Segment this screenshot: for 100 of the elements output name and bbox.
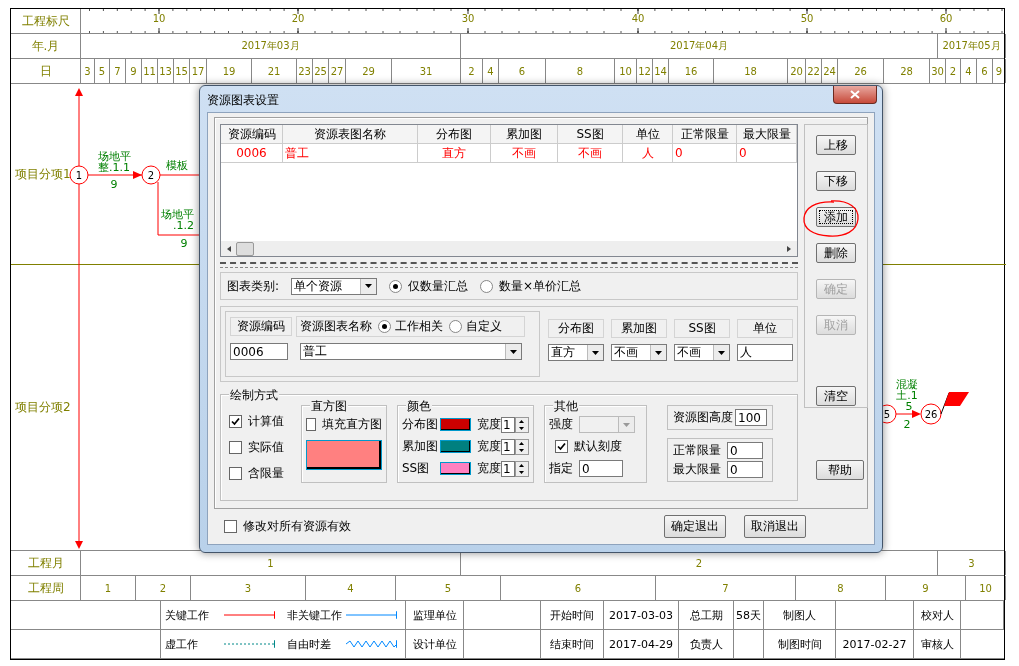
dropdown-arrow-icon [623, 422, 630, 427]
column-header[interactable]: 资源编码 [221, 125, 283, 143]
table-cell: 不画 [558, 144, 623, 162]
side-button[interactable]: 上移 [816, 135, 856, 155]
duration-label: 2 [903, 418, 911, 431]
column-header[interactable]: SS图 [558, 125, 623, 143]
column-header[interactable]: 正常限量 [673, 125, 737, 143]
column-header[interactable]: 最大限量 [737, 125, 797, 143]
side-button[interactable]: 删除 [816, 243, 856, 263]
day-cell: 10 [615, 59, 637, 83]
radio-button[interactable] [480, 279, 494, 293]
info-label: 设计单位 [412, 636, 457, 652]
day-cell: 23 [297, 59, 313, 83]
day-cell: 2 [946, 59, 961, 83]
dropdown[interactable]: 不画 [674, 344, 730, 361]
unit-input[interactable]: 人 [737, 344, 793, 361]
day-cell: 15 [174, 59, 190, 83]
info-label: 监理单位 [412, 607, 457, 623]
color-swatch[interactable] [306, 440, 382, 470]
width-input[interactable]: 1 [501, 416, 515, 433]
info-value: 2017-04-29 [609, 637, 673, 651]
field-label: 宽度 [477, 460, 502, 477]
activity-label: 土.1 [896, 389, 918, 402]
checkbox[interactable] [224, 520, 237, 533]
dialog-button[interactable]: 取消退出 [744, 515, 806, 538]
side-button[interactable]: 添加 [816, 207, 856, 227]
day-cell: 7 [110, 59, 126, 83]
scroll-thumb[interactable] [236, 241, 254, 256]
help-button[interactable]: 帮助 [816, 460, 864, 480]
checkbox[interactable] [306, 418, 316, 431]
activity-label: 场地平 [97, 150, 131, 163]
side-button[interactable]: 下移 [816, 171, 856, 191]
table-cell: 0 [673, 144, 737, 162]
section-label: 项目分项1 [15, 165, 71, 183]
legend-label: 关键工作 [165, 607, 210, 623]
dropdown[interactable]: 直方 [548, 344, 604, 361]
specify-input[interactable]: 0 [579, 460, 623, 477]
info-label: 总工期 [689, 607, 723, 623]
dropdown[interactable]: 不画 [611, 344, 667, 361]
horizontal-scrollbar[interactable] [221, 241, 797, 256]
info-label: 负责人 [689, 636, 723, 652]
radio-button[interactable] [449, 320, 462, 333]
day-cell: 11 [142, 59, 158, 83]
week-cell: 8 [796, 576, 886, 600]
limit-input[interactable]: 0 [727, 461, 763, 478]
legend-line-icon [345, 639, 397, 649]
day-cell: 5 [95, 59, 110, 83]
close-button[interactable] [833, 86, 877, 104]
field-label: 图表类别: [227, 277, 280, 295]
activity-label: 场地平 [161, 208, 194, 221]
table-cell: 不画 [491, 144, 558, 162]
column-header[interactable]: 资源表图名称 [283, 125, 418, 143]
column-header[interactable]: 累加图 [491, 125, 558, 143]
dialog-button[interactable]: 确定退出 [664, 515, 726, 538]
group-title: 绘制方式 [229, 387, 279, 404]
checkbox[interactable] [555, 440, 568, 453]
column-header[interactable]: 单位 [623, 125, 673, 143]
limit-input[interactable]: 0 [727, 442, 763, 459]
radio-button[interactable] [389, 279, 403, 293]
day-cell: 29 [346, 59, 392, 83]
day-cell: 13 [158, 59, 174, 83]
color-swatch[interactable] [440, 440, 472, 453]
day-cell: 20 [788, 59, 806, 83]
width-input[interactable]: 1 [501, 460, 515, 477]
field-label: 正常限量 [673, 442, 721, 459]
field-label: 分布图 [548, 319, 604, 338]
column-header[interactable]: 分布图 [418, 125, 491, 143]
row-header: 工程周 [11, 576, 81, 600]
checkbox[interactable] [229, 467, 242, 480]
radio-label: 数量×单价汇总 [499, 277, 582, 295]
color-swatch[interactable] [440, 462, 472, 475]
table-cell: 0006 [221, 144, 283, 162]
width-input[interactable]: 1 [501, 438, 515, 455]
code-input[interactable]: 0006 [230, 343, 288, 360]
day-cell: 4 [961, 59, 977, 83]
row-header: 工程月 [11, 551, 81, 575]
field-label: 宽度 [477, 416, 502, 433]
ruler-label: 60 [939, 13, 953, 24]
field-label: 累加图 [611, 319, 667, 338]
dropdown[interactable]: 普工 [300, 343, 522, 360]
day-cell: 9 [993, 59, 1006, 83]
height-input[interactable]: 100 [735, 409, 767, 426]
day-cell: 27 [329, 59, 346, 83]
activity-label: .1.2 [173, 219, 194, 232]
activity-arrow [87, 171, 143, 179]
legend-label: 虚工作 [165, 636, 199, 652]
checkbox[interactable] [229, 441, 242, 454]
day-cell: 6 [977, 59, 993, 83]
side-button[interactable]: 清空 [816, 386, 856, 406]
activity-label: 整.1.1 [98, 161, 130, 174]
info-label: 结束时间 [550, 636, 594, 652]
table-cell: 普工 [283, 144, 418, 162]
legend-line-icon [223, 610, 275, 620]
dropdown-arrow-icon [510, 349, 517, 354]
radio-button[interactable] [378, 320, 391, 333]
checkbox[interactable] [229, 415, 242, 428]
dropdown[interactable]: 单个资源 [291, 277, 378, 295]
color-swatch[interactable] [440, 418, 472, 431]
day-cell: 16 [669, 59, 714, 83]
day-cell: 8 [546, 59, 615, 83]
